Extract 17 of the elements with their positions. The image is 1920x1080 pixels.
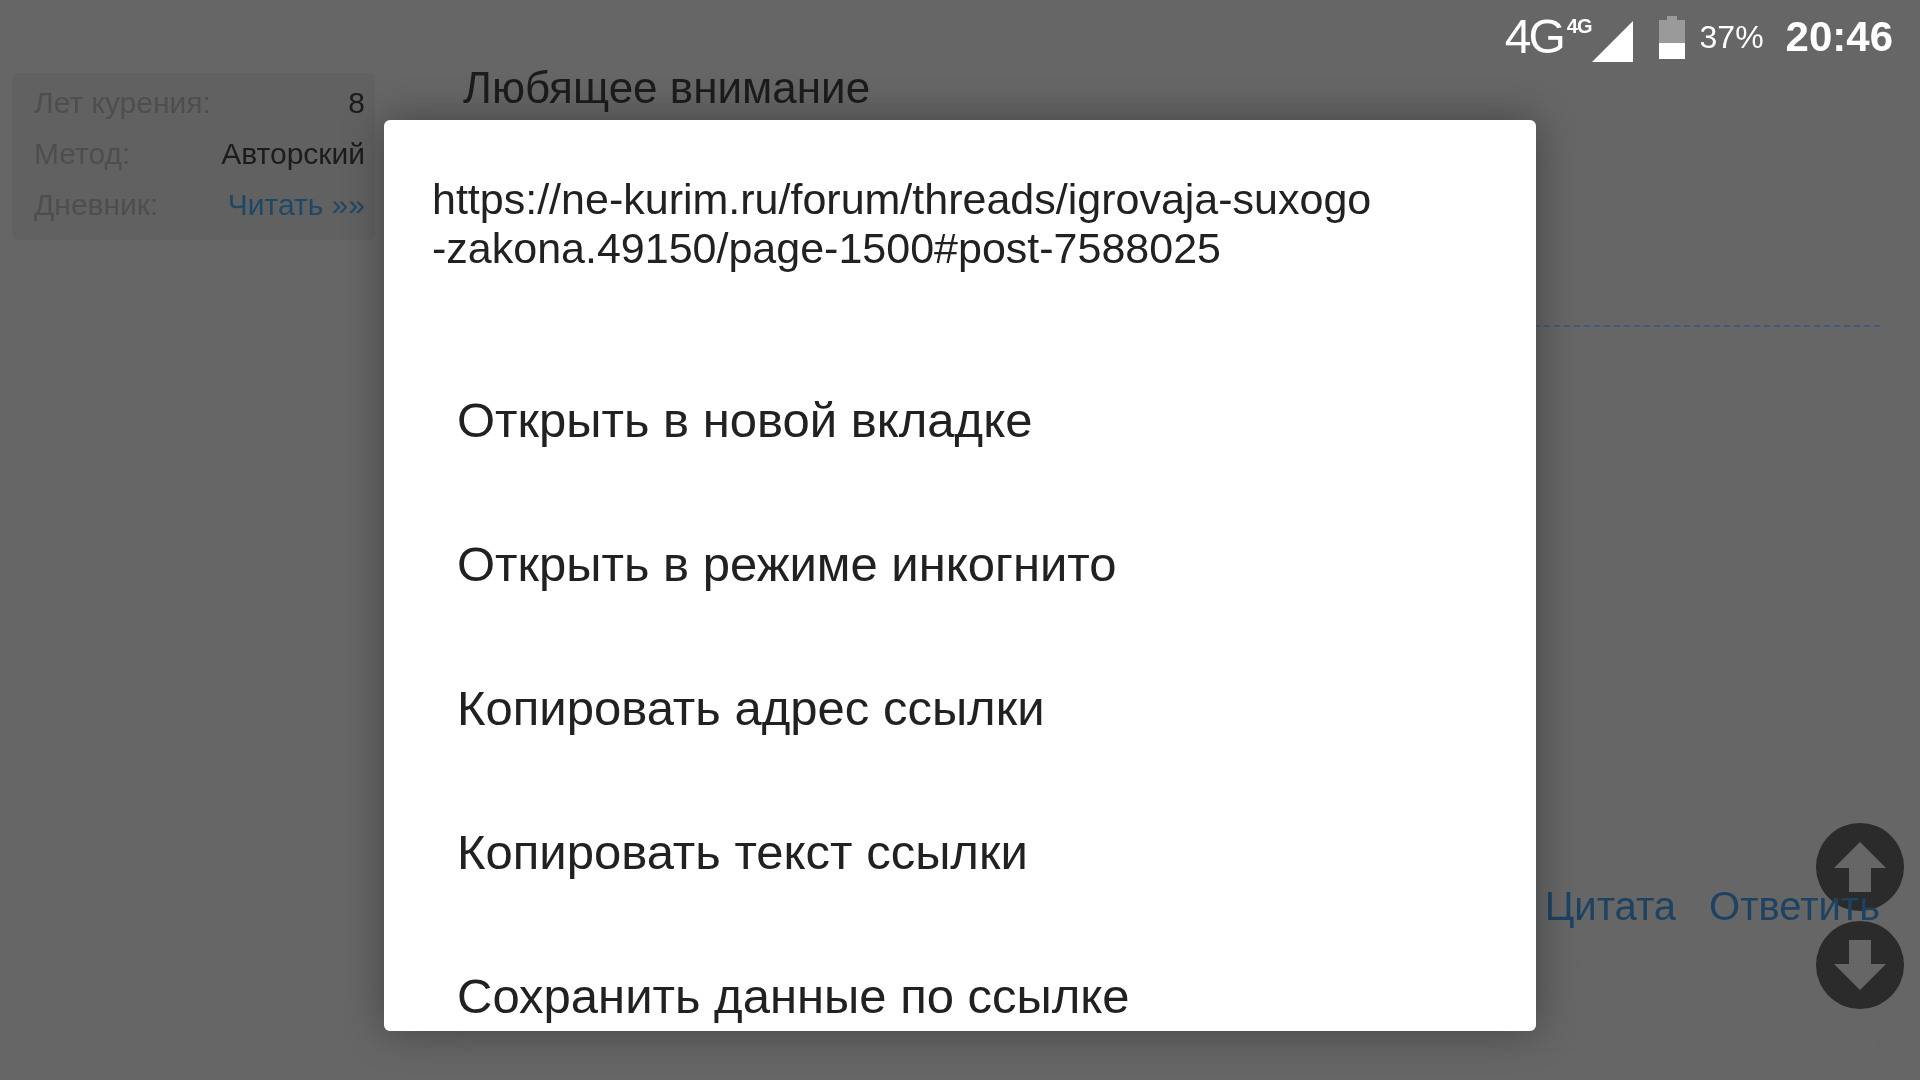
battery-icon bbox=[1658, 15, 1685, 59]
signal-icon bbox=[1591, 21, 1633, 62]
stat-value: 8 bbox=[348, 85, 365, 120]
up-arrow-icon bbox=[1834, 842, 1886, 892]
menu-item[interactable]: Сохранить данные по ссылке bbox=[384, 960, 1536, 1031]
post-title: Любящее внимание bbox=[463, 66, 871, 110]
menu-item[interactable]: Копировать текст ссылки bbox=[384, 816, 1536, 888]
network-type-label: 4G bbox=[1504, 14, 1563, 60]
menu-item[interactable]: Открыть в режиме инкогнито bbox=[384, 528, 1536, 600]
menu-item[interactable]: Копировать адрес ссылки bbox=[384, 672, 1536, 744]
network-superscript-label: 4G bbox=[1566, 16, 1592, 36]
link-url: https://ne-kurim.ru/forum/threads/igrovaja-suxogo -zakona.49150/page-1500#post-7588025 bbox=[431, 174, 1373, 273]
stat-value: Авторский bbox=[221, 136, 365, 171]
clock-time: 20:46 bbox=[1785, 14, 1893, 60]
battery-percentage: 37% bbox=[1699, 19, 1764, 55]
down-arrow-icon bbox=[1834, 940, 1886, 990]
menu-item[interactable]: Открыть в новой вкладке bbox=[384, 384, 1536, 456]
